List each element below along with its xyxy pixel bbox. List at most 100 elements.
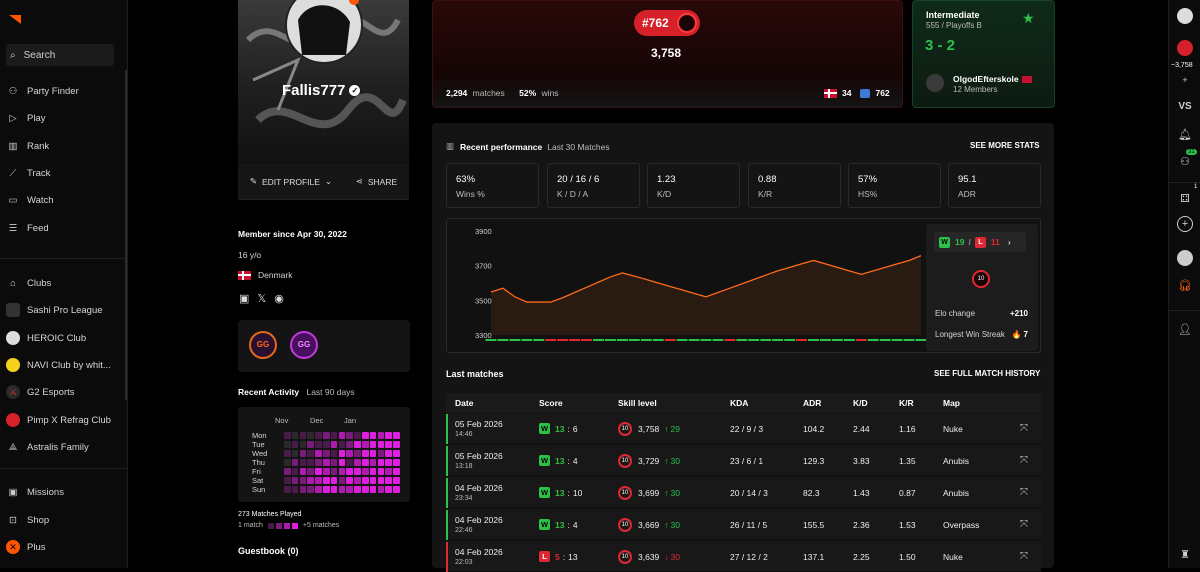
heatmap-cell[interactable] xyxy=(362,459,369,466)
heatmap-cell[interactable] xyxy=(307,432,314,439)
heatmap-cell[interactable] xyxy=(291,441,299,448)
result-marker[interactable] xyxy=(736,339,748,341)
heatmap-cell[interactable] xyxy=(377,468,385,475)
heatmap-cell[interactable] xyxy=(369,486,377,493)
heatmap-cell[interactable] xyxy=(369,477,377,484)
heatmap-cell[interactable] xyxy=(299,477,307,484)
twitch-icon[interactable]: ▣ xyxy=(239,292,249,305)
x-icon[interactable]: 𝕏 xyxy=(257,292,266,305)
result-marker[interactable] xyxy=(521,339,533,341)
heatmap-cell[interactable] xyxy=(338,441,346,448)
heatmap-cell[interactable] xyxy=(393,486,400,493)
heatmap-cell[interactable] xyxy=(323,477,330,484)
user-icon[interactable]: 👤︎ xyxy=(1177,321,1193,337)
heatmap-cell[interactable] xyxy=(291,477,299,484)
heatmap-cell[interactable] xyxy=(346,459,353,466)
nav-feed[interactable]: ☰ Feed xyxy=(6,218,49,238)
result-marker[interactable] xyxy=(891,339,903,341)
party-member-avatar[interactable] xyxy=(1177,250,1193,266)
heatmap-cell[interactable] xyxy=(307,459,314,466)
nav-missions[interactable]: ▣ Missions xyxy=(6,482,64,502)
col-kd[interactable]: K/D xyxy=(853,398,868,408)
heatmap-cell[interactable] xyxy=(299,468,307,475)
heatmap-cell[interactable] xyxy=(338,450,346,457)
heatmap-cell[interactable] xyxy=(323,432,330,439)
heatmap-cell[interactable] xyxy=(307,486,314,493)
heatmap-cell[interactable] xyxy=(362,486,369,493)
heatmap-cell[interactable] xyxy=(385,450,392,457)
heatmap-cell[interactable] xyxy=(362,468,369,475)
result-marker[interactable] xyxy=(485,339,497,341)
col-adr[interactable]: ADR xyxy=(803,398,821,408)
badge-gg-2[interactable]: GG xyxy=(290,331,318,359)
result-marker[interactable] xyxy=(581,339,593,341)
heatmap-cell[interactable] xyxy=(284,486,291,493)
expand-icon[interactable]: ⤧ xyxy=(1020,519,1028,530)
expand-icon[interactable]: ⤧ xyxy=(1020,487,1028,498)
result-marker[interactable] xyxy=(688,339,700,341)
nav-shop[interactable]: ⊡ Shop xyxy=(6,510,49,530)
create-party-icon[interactable]: + xyxy=(1177,216,1193,232)
heatmap-cell[interactable] xyxy=(299,459,307,466)
heatmap-cell[interactable] xyxy=(338,477,346,484)
heatmap-cell[interactable] xyxy=(330,432,338,439)
heatmap-cell[interactable] xyxy=(315,459,322,466)
col-map[interactable]: Map xyxy=(943,398,960,408)
expand-icon[interactable]: ⤧ xyxy=(1020,423,1028,434)
result-marker[interactable] xyxy=(664,339,676,341)
match-row[interactable]: 05 Feb 2026 14:46 W 13:6 10 3,758 ↑ 29 22 / 9 / … xyxy=(446,414,1041,444)
result-marker[interactable] xyxy=(497,339,509,341)
result-marker[interactable] xyxy=(604,339,616,341)
heatmap-cell[interactable] xyxy=(299,441,307,448)
heatmap-cell[interactable] xyxy=(330,459,338,466)
result-marker[interactable] xyxy=(867,339,879,341)
heatmap-cell[interactable] xyxy=(330,450,338,457)
heatmap-cell[interactable] xyxy=(377,486,385,493)
result-marker[interactable] xyxy=(772,339,784,341)
heatmap-cell[interactable] xyxy=(315,468,322,475)
result-marker[interactable] xyxy=(569,339,581,341)
heatmap-cell[interactable] xyxy=(330,477,338,484)
vs-button[interactable]: VS xyxy=(1177,98,1193,114)
win-loss-chip[interactable]: W 19 / L 11 › xyxy=(934,232,1026,252)
nav-club-navi[interactable]: NAVI Club by whit... xyxy=(6,355,111,375)
heatmap-cell[interactable] xyxy=(323,450,330,457)
heatmap-cell[interactable] xyxy=(354,459,361,466)
result-marker[interactable] xyxy=(915,339,927,341)
heatmap-cell[interactable] xyxy=(393,450,400,457)
heatmap-cell[interactable] xyxy=(377,450,385,457)
nav-plus[interactable]: ✕ Plus xyxy=(6,537,45,557)
heatmap-cell[interactable] xyxy=(338,432,346,439)
heatmap-cell[interactable] xyxy=(284,450,291,457)
user-avatar[interactable] xyxy=(1177,8,1193,24)
result-marker[interactable] xyxy=(616,339,628,341)
heatmap-cell[interactable] xyxy=(284,468,291,475)
heatmap-cell[interactable] xyxy=(354,441,361,448)
heatmap-cell[interactable] xyxy=(354,450,361,457)
heatmap-cell[interactable] xyxy=(362,441,369,448)
heatmap-cell[interactable] xyxy=(346,486,353,493)
heatmap-cell[interactable] xyxy=(284,432,291,439)
heatmap-cell[interactable] xyxy=(291,486,299,493)
heatmap-cell[interactable] xyxy=(291,432,299,439)
heatmap-cell[interactable] xyxy=(284,459,291,466)
heatmap-cell[interactable] xyxy=(362,477,369,484)
heatmap-cell[interactable] xyxy=(299,450,307,457)
col-skill[interactable]: Skill level xyxy=(618,398,657,408)
headset-icon[interactable]: 🎧︎ xyxy=(1177,277,1193,293)
heatmap-cell[interactable] xyxy=(346,441,353,448)
result-marker[interactable] xyxy=(796,339,808,341)
heatmap-cell[interactable] xyxy=(330,441,338,448)
friends-icon[interactable]: ⚇ xyxy=(1177,153,1193,169)
result-marker[interactable] xyxy=(843,339,855,341)
heatmap-cell[interactable] xyxy=(385,468,392,475)
nav-club-g2[interactable]: ⚔ G2 Esports xyxy=(6,382,75,402)
heatmap-cell[interactable] xyxy=(338,459,346,466)
nav-watch[interactable]: ▭ Watch xyxy=(6,190,54,210)
heatmap-cell[interactable] xyxy=(385,432,392,439)
full-history-link[interactable]: SEE FULL MATCH HISTORY xyxy=(934,369,1040,378)
result-marker[interactable] xyxy=(593,339,604,341)
heatmap-cell[interactable] xyxy=(362,432,369,439)
heatmap-cell[interactable] xyxy=(323,486,330,493)
heatmap-cell[interactable] xyxy=(354,432,361,439)
